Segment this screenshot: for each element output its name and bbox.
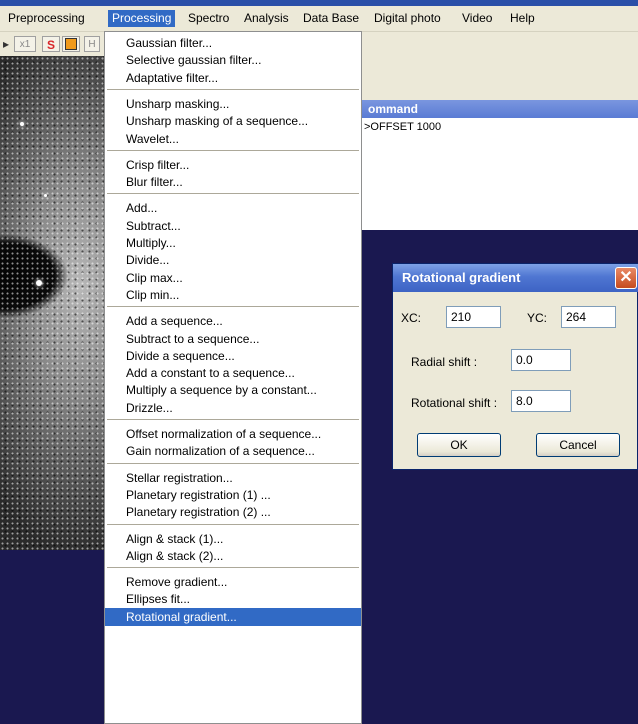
xc-input[interactable] (446, 306, 501, 328)
menu-digital-photo[interactable]: Digital photo (370, 10, 445, 27)
cancel-button[interactable]: Cancel (536, 433, 620, 457)
menu-separator (107, 306, 359, 309)
menu-separator (107, 149, 359, 152)
menu-item[interactable]: Add a constant to a sequence... (105, 364, 361, 382)
menu-item[interactable]: Planetary registration (1) ... (105, 486, 361, 504)
toolbar: ▸ x1 S H (0, 32, 112, 56)
menu-item[interactable]: Gain normalization of a sequence... (105, 442, 361, 460)
menu-item[interactable]: Unsharp masking of a sequence... (105, 112, 361, 130)
menu-separator (107, 567, 359, 570)
radial-shift-input[interactable] (511, 349, 571, 371)
menu-item[interactable]: Offset normalization of a sequence... (105, 425, 361, 443)
menu-item[interactable]: Drizzle... (105, 399, 361, 417)
main-window-panel (360, 32, 638, 100)
rotational-gradient-dialog: Rotational gradient ✕ XC: YC: Radial shi… (392, 263, 638, 470)
command-window-title: ommand (360, 100, 638, 118)
ok-button[interactable]: OK (417, 433, 501, 457)
menu-item[interactable]: Planetary registration (2) ... (105, 503, 361, 521)
command-window: ommand >OFFSET 1000 (360, 100, 638, 230)
rotational-shift-input[interactable] (511, 390, 571, 412)
radial-shift-label: Radial shift : (411, 355, 478, 369)
toolbar-h-button[interactable]: H (84, 36, 100, 52)
menu-separator (107, 419, 359, 421)
menu-item[interactable]: Multiply... (105, 234, 361, 252)
menu-item[interactable]: Clip max... (105, 269, 361, 287)
star-marker (44, 194, 47, 197)
menu-processing[interactable]: Processing (108, 10, 176, 27)
close-icon[interactable]: ✕ (615, 267, 637, 289)
toolbar-red-s-icon[interactable]: S (42, 36, 60, 52)
rotational-shift-label: Rotational shift : (411, 396, 498, 410)
image-view[interactable] (0, 56, 108, 550)
xc-label: XC: (401, 311, 422, 325)
menu-item[interactable]: Align & stack (2)... (105, 547, 361, 565)
menu-item[interactable]: Add a sequence... (105, 312, 361, 330)
menu-item[interactable]: Blur filter... (105, 173, 361, 191)
star-marker (36, 280, 42, 286)
command-line-text: >OFFSET 1000 (364, 121, 442, 133)
image-noise (0, 56, 108, 550)
menu-video[interactable]: Video (458, 10, 496, 27)
menu-data-base[interactable]: Data Base (299, 10, 363, 27)
menu-bar: Preprocessing Processing Spectro Analysi… (0, 6, 638, 32)
menu-separator (107, 462, 359, 465)
menu-item[interactable]: Ellipses fit... (105, 590, 361, 608)
menu-item[interactable]: Multiply a sequence by a constant... (105, 381, 361, 399)
toolbar-orange-square-icon[interactable] (62, 36, 80, 52)
menu-item[interactable]: Adaptative filter... (105, 69, 361, 87)
star-marker (20, 122, 24, 126)
menu-item[interactable]: Remove gradient... (105, 573, 361, 591)
menu-preprocessing[interactable]: Preprocessing (4, 10, 89, 27)
menu-item[interactable]: Divide a sequence... (105, 347, 361, 365)
menu-item[interactable]: Selective gaussian filter... (105, 51, 361, 69)
menu-item[interactable]: Align & stack (1)... (105, 530, 361, 548)
menu-separator (107, 88, 359, 91)
menu-item[interactable]: Clip min... (105, 286, 361, 304)
dialog-title-bar: Rotational gradient ✕ (393, 264, 638, 292)
menu-item[interactable]: Crisp filter... (105, 156, 361, 174)
menu-help[interactable]: Help (506, 10, 539, 27)
processing-menu: Gaussian filter... Selective gaussian fil… (104, 31, 362, 724)
menu-analysis[interactable]: Analysis (240, 10, 293, 27)
toolbar-x1-button[interactable]: x1 (14, 36, 36, 52)
menu-item[interactable]: Add... (105, 199, 361, 217)
yc-label: YC: (527, 311, 548, 325)
menu-item[interactable]: Unsharp masking... (105, 95, 361, 113)
menu-item[interactable]: Stellar registration... (105, 469, 361, 487)
menu-spectro[interactable]: Spectro (184, 10, 233, 27)
menu-item[interactable]: Rotational gradient... (105, 607, 361, 626)
dialog-title: Rotational gradient (402, 270, 521, 285)
menu-item[interactable]: Divide... (105, 251, 361, 269)
yc-input[interactable] (561, 306, 616, 328)
menu-item[interactable]: Gaussian filter... (105, 34, 361, 52)
menu-separator (107, 523, 359, 526)
toolbar-arrow-icon[interactable]: ▸ (0, 36, 12, 52)
menu-item[interactable]: Subtract... (105, 217, 361, 235)
menu-item[interactable]: Wavelet... (105, 130, 361, 148)
menu-separator (107, 193, 359, 196)
menu-item[interactable]: Subtract to a sequence... (105, 330, 361, 348)
